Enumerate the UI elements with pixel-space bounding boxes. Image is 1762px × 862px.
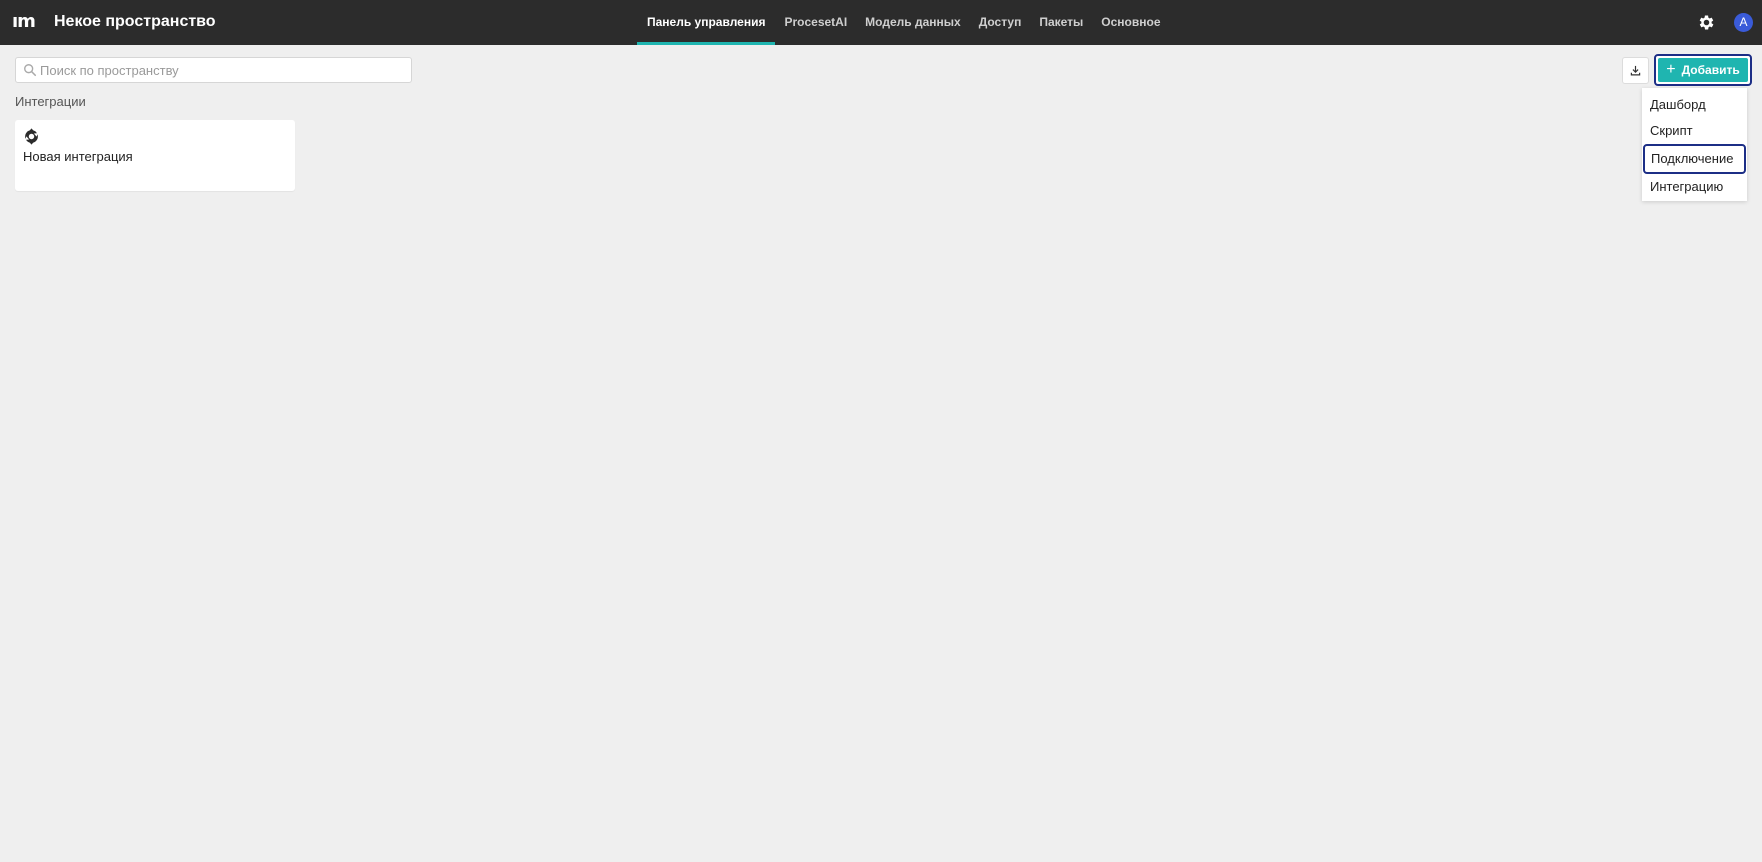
add-button[interactable]: + Добавить	[1654, 54, 1752, 86]
search-box	[15, 57, 412, 83]
tab-procesetai[interactable]: ProcesetAI	[775, 0, 856, 45]
tab-access[interactable]: Доступ	[970, 0, 1031, 45]
integration-card[interactable]: Новая интеграция	[15, 120, 295, 191]
main-nav: Панель управления ProcesetAI Модель данн…	[637, 0, 1170, 45]
tab-packages[interactable]: Пакеты	[1030, 0, 1092, 45]
add-button-body[interactable]: + Добавить	[1658, 58, 1748, 82]
space-title: Некое пространство	[54, 13, 216, 30]
menu-item-integration[interactable]: Интеграцию	[1642, 174, 1747, 200]
menu-item-dashboard[interactable]: Дашборд	[1642, 92, 1747, 118]
tab-data-model[interactable]: Модель данных	[856, 0, 970, 45]
menu-item-script[interactable]: Скрипт	[1642, 118, 1747, 144]
integration-icon	[25, 128, 38, 145]
card-title: Новая интеграция	[23, 149, 133, 164]
download-icon	[1630, 65, 1641, 76]
menu-item-connection[interactable]: Подключение	[1643, 144, 1746, 174]
user-avatar[interactable]: A	[1734, 13, 1753, 32]
plus-icon: +	[1666, 61, 1676, 78]
download-button[interactable]	[1622, 57, 1649, 84]
section-title-integrations: Интеграции	[15, 94, 86, 109]
top-bar: ım Некое пространство Панель управления …	[0, 0, 1762, 45]
tab-general[interactable]: Основное	[1092, 0, 1169, 45]
app-logo[interactable]: ım	[12, 12, 36, 32]
search-input[interactable]	[40, 58, 405, 82]
add-button-label: Добавить	[1681, 63, 1740, 77]
search-icon	[24, 64, 37, 77]
tab-dashboard[interactable]: Панель управления	[637, 0, 776, 45]
add-menu: Дашборд Скрипт Подключение Интеграцию	[1642, 88, 1747, 201]
gear-icon[interactable]	[1697, 13, 1716, 32]
